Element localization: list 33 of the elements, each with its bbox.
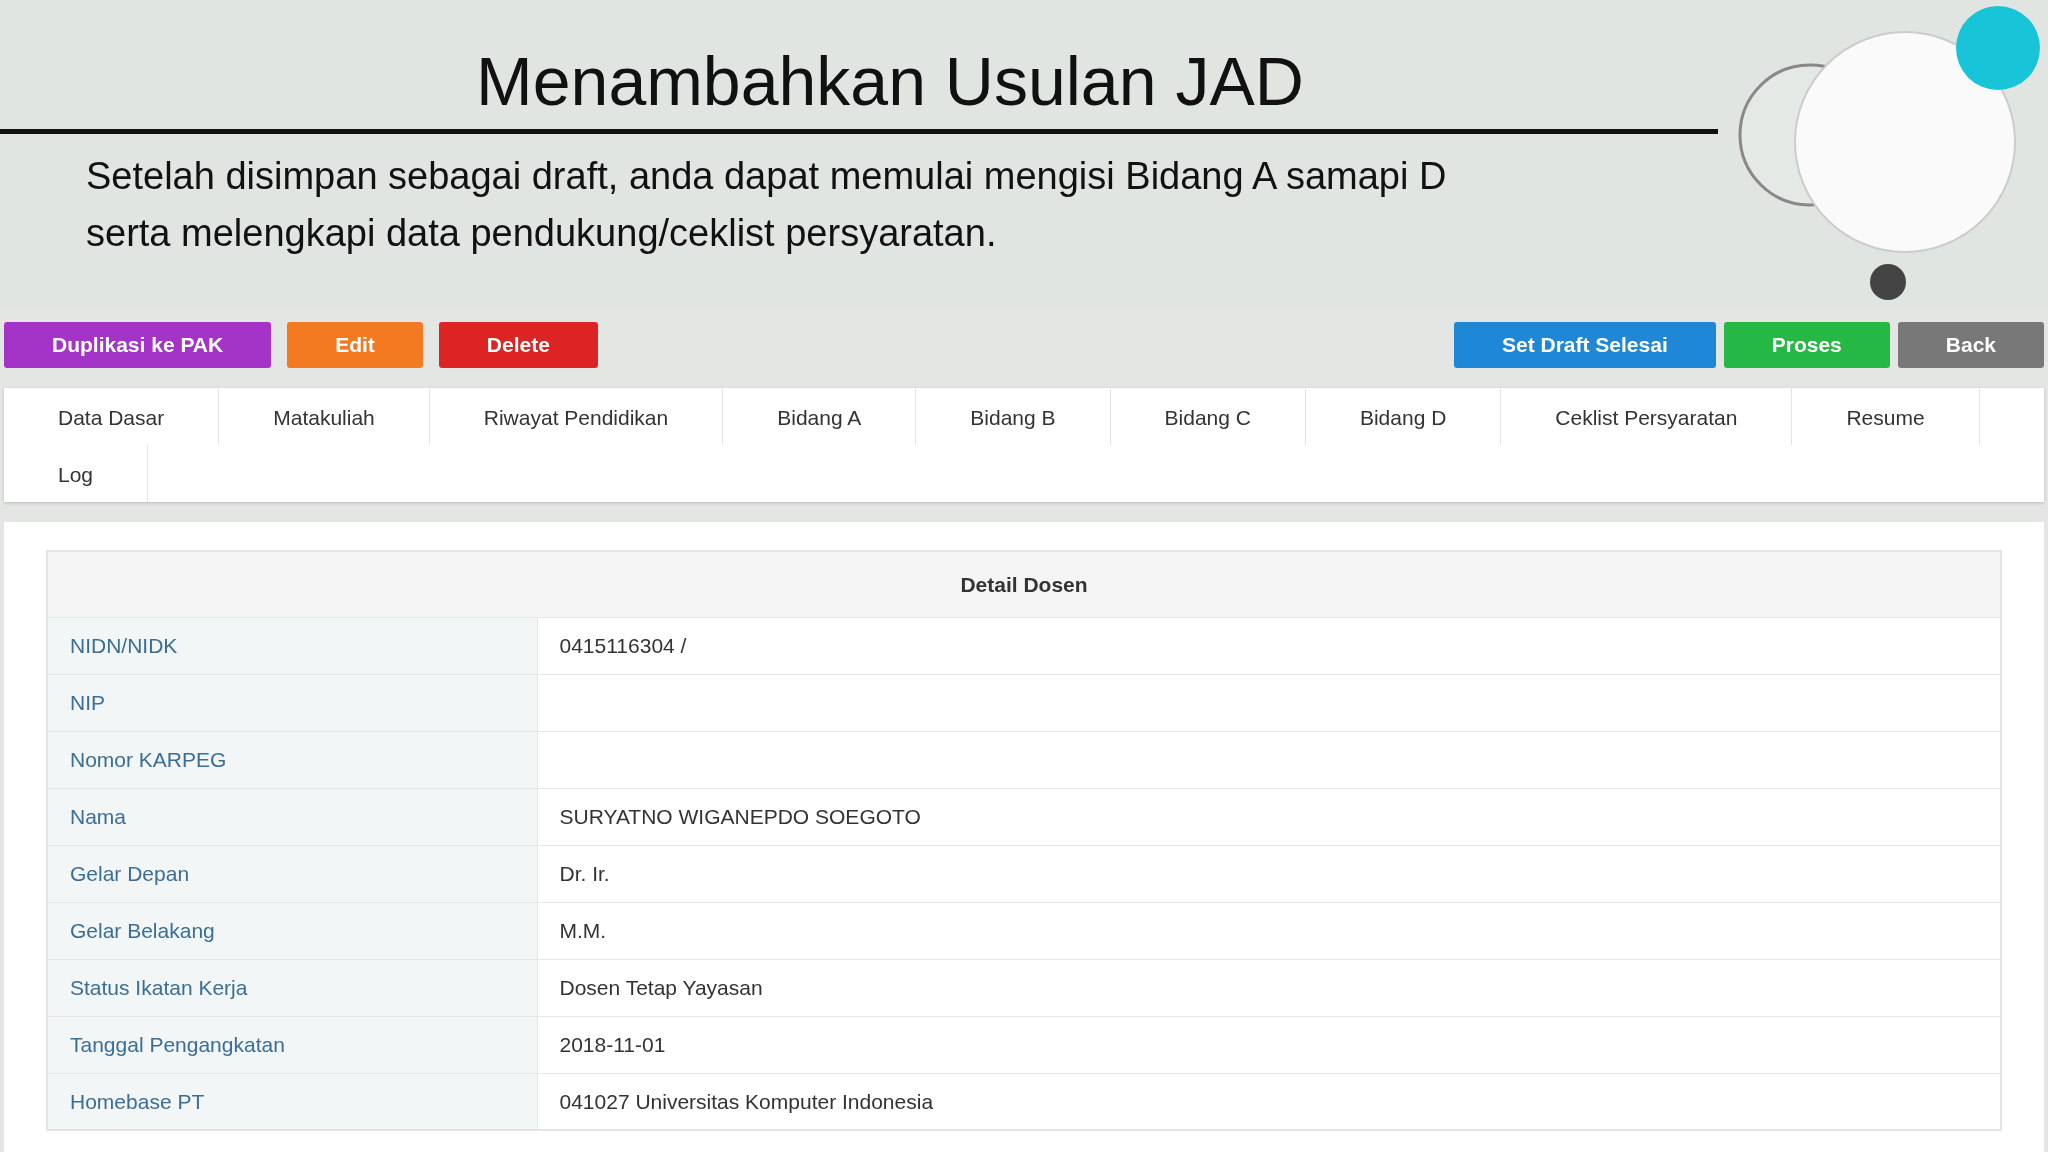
field-label: NIP [47, 674, 537, 731]
field-label: Nama [47, 788, 537, 845]
tab[interactable]: Bidang C [1110, 388, 1306, 445]
field-value: 041027 Universitas Komputer Indonesia [537, 1073, 2001, 1130]
tab[interactable]: Resume [1792, 388, 1980, 445]
field-label: NIDN/NIDK [47, 617, 537, 674]
field-label: Gelar Belakang [47, 902, 537, 959]
tab[interactable]: Log [4, 445, 149, 502]
tab[interactable]: Bidang B [916, 388, 1111, 445]
tab[interactable]: Ceklist Persyaratan [1501, 388, 1793, 445]
tab[interactable]: Bidang A [723, 388, 917, 445]
field-value: 0415116304 / [537, 617, 2001, 674]
action-button[interactable]: Duplikasi ke PAK [4, 322, 272, 368]
action-button[interactable]: Set Draft Selesai [1454, 322, 1716, 368]
field-label: Status Ikatan Kerja [47, 959, 537, 1016]
field-value: M.M. [537, 902, 2001, 959]
table-title: Detail Dosen [47, 551, 2001, 617]
action-button[interactable]: Delete [438, 322, 598, 368]
slide-description: Setelah disimpan sebagai draft, anda dapat memulai mengisi Bidang A samapi D serta melengkapi data pendukung/ceklist persyaratan. [86, 153, 1448, 256]
action-button[interactable]: Back [1897, 322, 2044, 368]
tab[interactable]: Riwayat Pendidikan [429, 388, 724, 445]
slide-title: Menambahkan Usulan JAD [475, 42, 1305, 119]
field-value: 2018-11-01 [537, 1016, 2001, 1073]
field-label: Tanggal Pengangkatan [47, 1016, 537, 1073]
field-label: Gelar Depan [47, 845, 537, 902]
field-label: Nomor KARPEG [47, 731, 537, 788]
field-value: Dr. Ir. [537, 845, 2001, 902]
tab[interactable]: Matakuliah [219, 388, 430, 445]
tab[interactable]: Bidang D [1305, 388, 1502, 445]
field-value: SURYATNO WIGANEPDO SOEGOTO [537, 788, 2001, 845]
field-label: Homebase PT [47, 1073, 537, 1130]
field-value: Dosen Tetap Yayasan [537, 959, 2001, 1016]
tab[interactable]: Data Dasar [4, 388, 220, 445]
